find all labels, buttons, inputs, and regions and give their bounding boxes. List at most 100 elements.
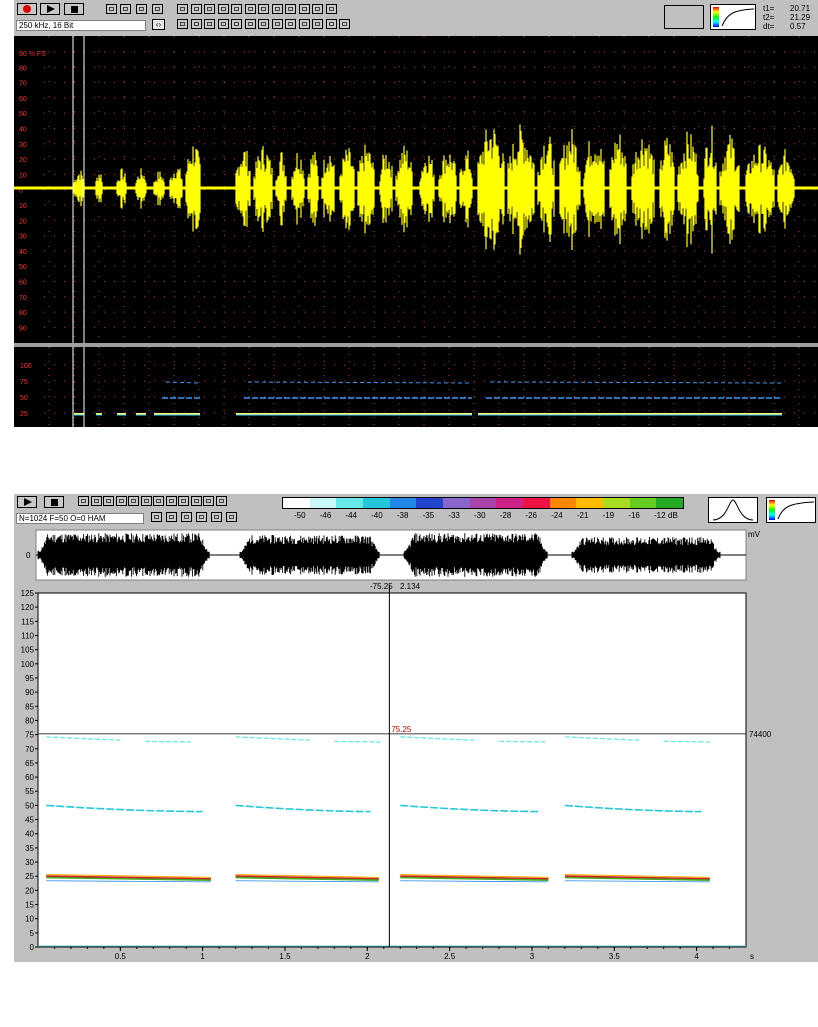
bottom-grid-button-5[interactable] — [226, 512, 237, 522]
y-tick-label: 45 — [25, 816, 34, 825]
bottom-tool-button-5[interactable] — [140, 496, 152, 506]
zoom-tool-button-10[interactable] — [312, 19, 323, 29]
scale-tick: 20 — [19, 218, 27, 225]
bottom-grid-button-1[interactable] — [166, 512, 177, 522]
zoom-tool-button-5[interactable] — [244, 19, 256, 29]
zoom-tool-button-1[interactable] — [190, 19, 202, 29]
record-button[interactable] — [17, 3, 37, 15]
color-scale-icon — [769, 500, 775, 520]
bell-curve-button[interactable] — [708, 497, 758, 523]
waveform-burst — [507, 124, 535, 255]
colorscale-label: -21 — [576, 511, 589, 520]
bottom-tool-button-2[interactable] — [103, 496, 114, 506]
top-waveform-panel[interactable]: 90 % FS 80 70 60 50 40 30 20 10 0 10 20 30 40 50 60 70 80… — [14, 36, 818, 343]
y-tick-label: 10 — [25, 915, 34, 924]
zoom-tool-button-11[interactable] — [325, 19, 337, 29]
scale-tick: 90 — [19, 325, 27, 332]
readout-t2-label: t2= — [763, 13, 775, 22]
waveform-burst — [659, 137, 675, 241]
waveform-burst — [253, 146, 273, 232]
zoom-tool-button-6[interactable] — [258, 19, 269, 29]
file-tool-button-1[interactable] — [120, 4, 131, 14]
bottom-tool-button-6[interactable] — [153, 496, 164, 506]
y-tick-label: 65 — [25, 759, 34, 768]
zoom-tool-button-0[interactable] — [177, 19, 188, 29]
view-tool-button-8[interactable] — [285, 4, 296, 14]
colorscale-label: -44 — [345, 511, 357, 520]
bottom-tool-button-0[interactable] — [78, 496, 89, 506]
spec-harmonic-3 — [489, 381, 783, 384]
waveform-burst — [379, 154, 393, 223]
zoom-tool-button-2[interactable] — [204, 19, 215, 29]
curve-icon — [721, 8, 755, 27]
top-spectrogram-panel[interactable]: 100 75 50 25 — [14, 347, 818, 427]
view-tool-button-9[interactable] — [298, 4, 310, 14]
y-tick-label: 90 — [25, 688, 34, 697]
zoom-tool-button-4[interactable] — [231, 19, 242, 29]
zoom-tool-button-3[interactable] — [217, 19, 229, 29]
waveform-burst — [291, 153, 305, 225]
bottom-tool-button-7[interactable] — [165, 496, 177, 506]
view-tool-button-1[interactable] — [190, 4, 202, 14]
waveform-burst — [321, 155, 335, 222]
y-tick-label: 15 — [25, 901, 34, 910]
waveform-plot: 90 % FS807060504030201001020304050607080… — [14, 36, 818, 343]
y-tick-label: 105 — [21, 646, 35, 655]
bottom-tool-button-1[interactable] — [90, 496, 102, 506]
zoom-tool-button-8[interactable] — [285, 19, 296, 29]
waveform-burst — [745, 144, 775, 234]
play-button[interactable] — [40, 3, 60, 15]
zoom-tool-button-7[interactable] — [271, 19, 283, 29]
colorscale-swatch — [389, 498, 417, 508]
bottom-tool-button-11[interactable] — [215, 496, 227, 506]
bottom-grid-button-0[interactable] — [151, 512, 162, 522]
view-tool-button-10[interactable] — [312, 4, 323, 14]
file-tool-button-0[interactable] — [106, 4, 117, 14]
view-tool-button-0[interactable] — [177, 4, 188, 14]
sonogram-view[interactable]: mV0-75.25 2.13412512011511010510095908580… — [14, 528, 818, 962]
bottom-tool-button-10[interactable] — [203, 496, 214, 506]
colorscale-swatch — [549, 498, 577, 508]
scale-tick: 70 — [19, 81, 27, 88]
stop-button[interactable] — [64, 3, 84, 15]
colorscale-swatch — [496, 498, 524, 508]
colorscale-label: -30 — [474, 511, 486, 520]
scale-tick: 60 — [19, 96, 27, 103]
bottom-play-button[interactable] — [17, 496, 37, 508]
bottom-color-curve-button[interactable] — [766, 497, 816, 523]
bottom-grid-button-3[interactable] — [196, 512, 207, 522]
view-tool-button-5[interactable] — [244, 4, 256, 14]
zoom-tool-button-9[interactable] — [298, 19, 310, 29]
waveform-burst — [275, 152, 287, 226]
bottom-grid-button-4[interactable] — [211, 512, 222, 522]
y-tick-label: 80 — [25, 716, 34, 725]
file-tool-button-3[interactable] — [152, 4, 163, 14]
view-tool-button-3[interactable] — [217, 4, 229, 14]
waveform-burst — [339, 148, 355, 230]
bottom-stop-button[interactable] — [44, 496, 64, 508]
spec-tick: 25 — [20, 411, 28, 418]
view-tool-button-7[interactable] — [271, 4, 283, 14]
scale-tick: 70 — [19, 295, 27, 302]
scroll-arrows-button[interactable]: ‹› — [152, 19, 165, 30]
bottom-grid-button-2[interactable] — [181, 512, 192, 522]
waveform-burst — [583, 141, 605, 238]
top-empty-box — [664, 5, 704, 29]
bottom-tool-button-8[interactable] — [178, 496, 189, 506]
view-tool-button-2[interactable] — [204, 4, 215, 14]
y-tick-label: 25 — [25, 872, 34, 881]
bottom-tool-button-4[interactable] — [128, 496, 139, 506]
y-tick-label: 20 — [25, 886, 34, 895]
bottom-tool-button-9[interactable] — [190, 496, 202, 506]
y-tick-label: 115 — [21, 617, 34, 626]
view-tool-button-4[interactable] — [231, 4, 242, 14]
view-tool-button-6[interactable] — [258, 4, 269, 14]
y-tick-label: 70 — [25, 745, 34, 754]
file-tool-button-2[interactable] — [136, 4, 147, 14]
top-color-curve-button[interactable] — [710, 4, 756, 30]
zoom-tool-button-12[interactable] — [339, 19, 350, 29]
bottom-tool-button-3[interactable] — [115, 496, 127, 506]
colorscale-label: -50 — [294, 511, 306, 520]
colorscale-swatch — [629, 498, 657, 508]
view-tool-button-11[interactable] — [325, 4, 337, 14]
